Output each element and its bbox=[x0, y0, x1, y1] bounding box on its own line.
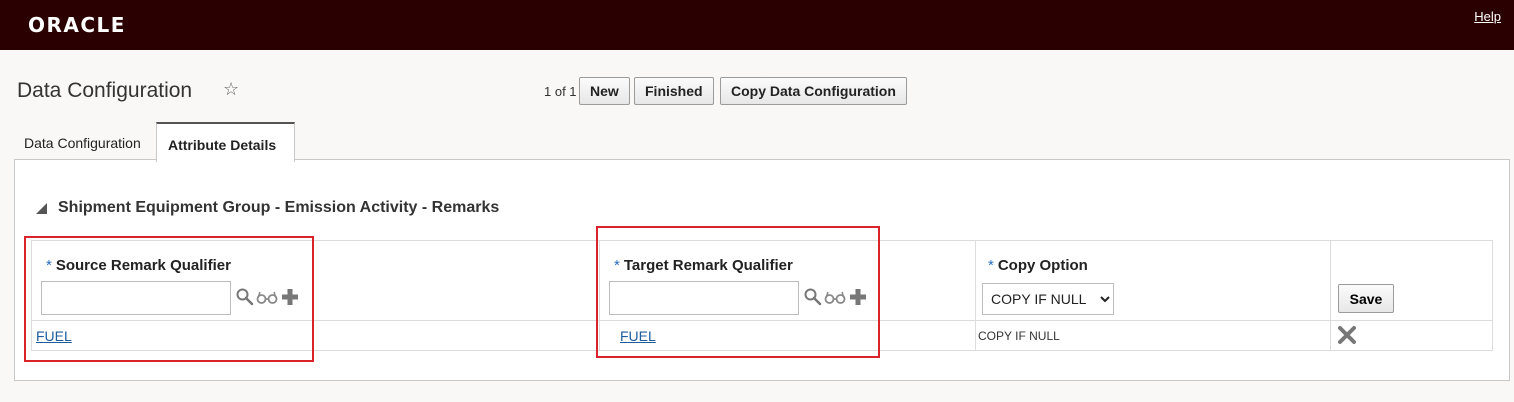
copy-option-value: COPY IF NULL bbox=[978, 329, 1060, 343]
source-remark-link[interactable]: FUEL bbox=[36, 328, 72, 344]
tab-attribute-details[interactable]: Attribute Details bbox=[156, 122, 295, 162]
table-row-actions-cell bbox=[1331, 320, 1492, 350]
search-icon[interactable] bbox=[803, 287, 823, 307]
favorite-star-icon[interactable]: ☆ bbox=[223, 79, 239, 100]
record-pager: 1 of 1 bbox=[544, 84, 577, 99]
table-row-target-cell: FUEL bbox=[600, 320, 976, 350]
header-copy-option: * Copy Option COPY IF NULL bbox=[976, 241, 1331, 320]
target-remark-qualifier-label: Target Remark Qualifier bbox=[623, 257, 793, 274]
remarks-grid: * Source Remark Qualifier * Target Remark … bbox=[31, 240, 1493, 351]
finished-button[interactable]: Finished bbox=[634, 77, 714, 105]
table-row-copy-option-cell: COPY IF NULL bbox=[976, 320, 1331, 350]
view-glasses-icon[interactable] bbox=[256, 287, 278, 307]
attribute-details-panel: Shipment Equipment Group - Emission Acti… bbox=[14, 159, 1510, 381]
collapse-triangle-icon[interactable] bbox=[36, 203, 47, 214]
required-marker: * bbox=[614, 257, 620, 274]
header-target-remark-qualifier: * Target Remark Qualifier bbox=[600, 241, 976, 320]
new-button[interactable]: New bbox=[579, 77, 630, 105]
copy-option-select[interactable]: COPY IF NULL bbox=[982, 283, 1114, 315]
page-title: Data Configuration bbox=[17, 79, 193, 102]
top-bar: ORACLE Help bbox=[0, 0, 1514, 50]
table-row-source-cell: FUEL bbox=[32, 320, 600, 350]
section-title: Shipment Equipment Group - Emission Acti… bbox=[58, 199, 500, 216]
target-remark-link[interactable]: FUEL bbox=[620, 328, 656, 344]
oracle-logo: ORACLE bbox=[28, 13, 126, 37]
help-link[interactable]: Help bbox=[1474, 9, 1501, 24]
save-button[interactable]: Save bbox=[1338, 284, 1394, 313]
required-marker: * bbox=[988, 257, 994, 274]
header-source-remark-qualifier: * Source Remark Qualifier bbox=[32, 241, 600, 320]
add-icon[interactable] bbox=[848, 287, 868, 307]
delete-x-icon[interactable] bbox=[1337, 325, 1357, 345]
tab-data-configuration[interactable]: Data Configuration bbox=[16, 122, 149, 159]
header-actions: Save bbox=[1331, 241, 1492, 320]
search-icon[interactable] bbox=[235, 287, 255, 307]
copy-data-configuration-button[interactable]: Copy Data Configuration bbox=[720, 77, 907, 105]
target-remark-qualifier-input[interactable] bbox=[609, 281, 799, 315]
source-remark-qualifier-input[interactable] bbox=[41, 281, 231, 315]
view-glasses-icon[interactable] bbox=[824, 287, 846, 307]
copy-option-label: Copy Option bbox=[997, 257, 1088, 274]
add-icon[interactable] bbox=[280, 287, 300, 307]
source-remark-qualifier-label: Source Remark Qualifier bbox=[55, 257, 231, 274]
required-marker: * bbox=[46, 257, 52, 274]
